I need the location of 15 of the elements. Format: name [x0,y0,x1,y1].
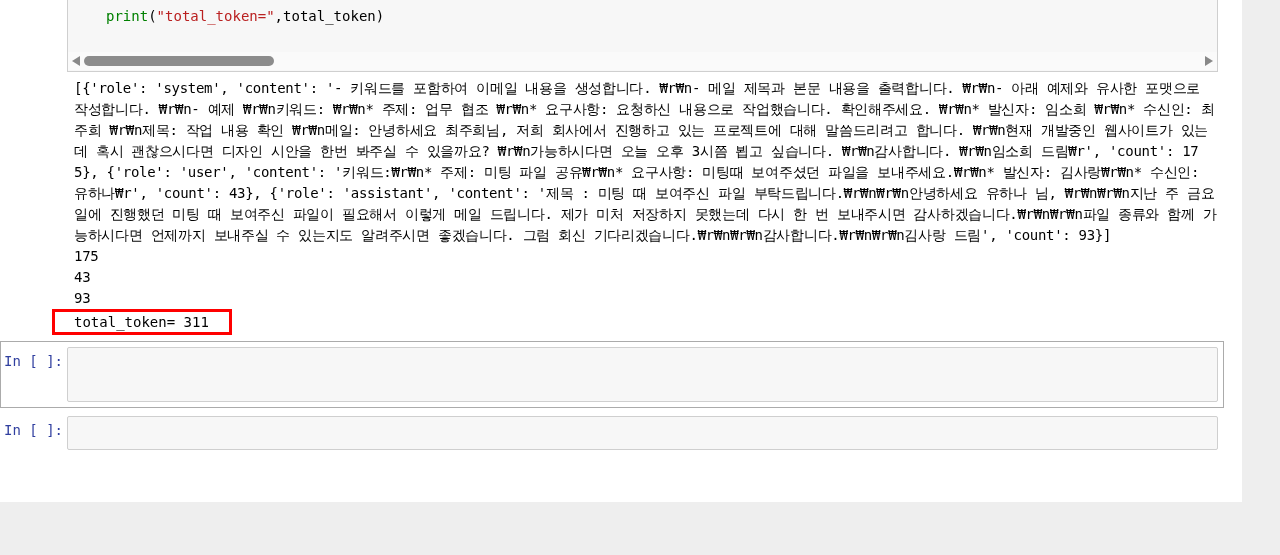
code-input-field[interactable] [67,416,1218,450]
selected-cell[interactable]: In [ ]: [0,341,1224,408]
notebook-cell[interactable]: In [ ]: [0,414,1224,452]
output-text: 43 [73,268,92,287]
code-line: print("total_token=",total_token) [105,7,386,27]
cell-prompt: In [ ]: [3,352,64,371]
horizontal-scrollbar-thumb[interactable] [84,56,274,66]
code-input-field[interactable] [67,347,1218,402]
scroll-left-icon[interactable] [72,56,80,66]
cell-prompt: In [ ]: [3,421,64,440]
output-text: 93 [73,289,92,308]
output-text: 175 [73,247,100,266]
scroll-right-icon[interactable] [1205,56,1213,66]
output-text: [{'role': 'system', 'content': '- 키워드를 포함하여 이메일 내용을 생성합니다. ₩r₩n- 메일 제목과 본문 내용을 출력합니다. ₩r₩n- 아래 예제와 유사한 포맷으로 작성합니다. ₩r₩n- 예제 ₩r₩n키워드: ₩r₩n* 주제: 업무 협조 ₩r₩n* 요구사항: 요청하신 내용으로 작업했습니다. 확인해주세요. ₩r₩n* 발신자: 임소희 ₩r₩n* 수신인: 최주희 ₩r₩n제목: 작업 내용 확인 ₩r₩n메일: 안녕하세요 최주희님, 저희 회사에서 진행하고 있는 프로젝트에 대해 말씀드리려고 합니다. ₩r₩n현재 개발중인 웹사이트가 있는데 혹시 괜찮으시다면 디자인 시안을 한번 봐주실 수 있을까요? ₩r₩n가능하시다면 오늘 오후 3시쯤 뵙고 싶습니다. ₩r₩n감사합니다. ₩r₩n임소희 드림₩r', 'count': 175}, {'role': 'user', 'content': '키워드:₩r₩n* 주제: 미팅 파일 공유₩r₩n* 요구사항: 미팅때 보여주셨던 파일을 보내주세요.₩r₩n* 발신자: 김사랑₩r₩n* 수신인: 유하나₩r', 'count': 43}, {'role': 'assistant', 'content': '제목 : 미팅 때 보여주신 파일 부탁드립니다.₩r₩n₩r₩n안녕하세요 유하나 님, ₩r₩n₩r₩n지난 주 금요일에 진행했던 미팅 때 보여주신 파일이 필요해서 이렇게 메일 드립니다. 제가 미처 저장하지 못했는데 다시 한 번 보내주시면 감사하겠습니다.₩r₩n₩r₩n파일 종류와 함께 가능하시다면 언제까지 보내주실 수 있는지도 알려주시면 좋겠습니다. 그럼 회신 기다리겠습니다.₩r₩n₩r₩n감사합니다.₩r₩n₩r₩n김사랑 드림', 'count': 93}] [73,79,1218,245]
highlighted-output-text: total_token= 311 [52,309,232,335]
